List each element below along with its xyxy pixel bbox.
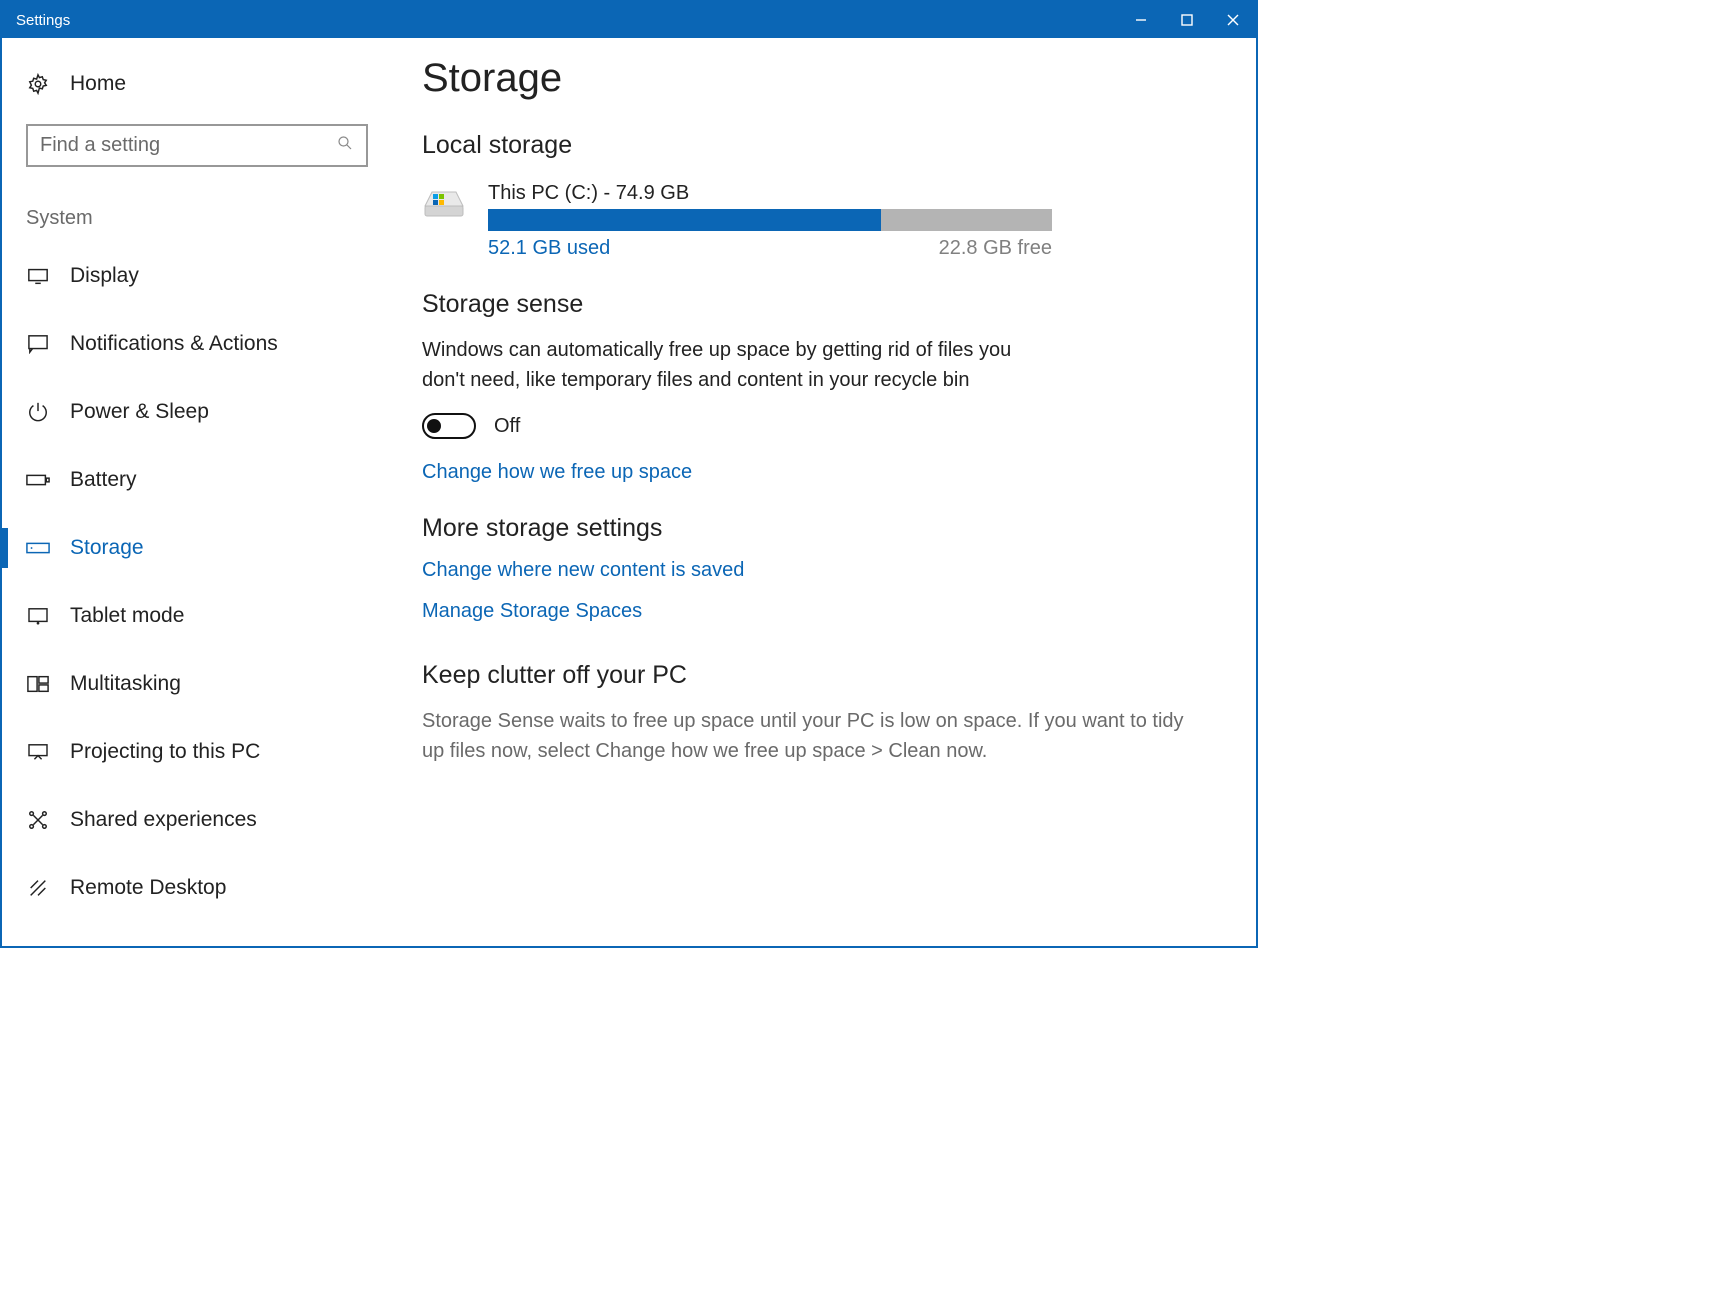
- sidebar-item-label: Display: [70, 264, 139, 288]
- more-storage-heading: More storage settings: [422, 514, 1226, 543]
- battery-icon: [26, 468, 50, 492]
- drive-usage-bar: [488, 209, 1052, 231]
- drive-row[interactable]: This PC (C:) - 74.9 GB 52.1 GB used 22.8…: [422, 182, 1226, 260]
- shared-icon: [26, 808, 50, 832]
- search-icon: [336, 134, 354, 158]
- sidebar-item-tablet[interactable]: Tablet mode: [2, 582, 400, 650]
- sidebar-item-label: Remote Desktop: [70, 876, 226, 900]
- sidebar-item-label: Battery: [70, 468, 137, 492]
- sidebar-item-remote[interactable]: Remote Desktop: [2, 854, 400, 922]
- storage-sense-toggle-label: Off: [494, 415, 520, 438]
- tablet-icon: [26, 604, 50, 628]
- window-close-button[interactable]: [1210, 2, 1256, 38]
- drive-icon: [422, 186, 474, 226]
- page-title: Storage: [422, 56, 1226, 101]
- home-button[interactable]: Home: [2, 50, 400, 118]
- sidebar-item-label: Multitasking: [70, 672, 181, 696]
- sidebar-item-battery[interactable]: Battery: [2, 446, 400, 514]
- notifications-icon: [26, 332, 50, 356]
- sidebar-item-label: Tablet mode: [70, 604, 184, 628]
- sidebar-item-multitasking[interactable]: Multitasking: [2, 650, 400, 718]
- manage-storage-spaces-link[interactable]: Manage Storage Spaces: [422, 600, 1226, 623]
- sidebar-item-projecting[interactable]: Projecting to this PC: [2, 718, 400, 786]
- power-icon: [26, 400, 50, 424]
- window-title: Settings: [16, 12, 70, 29]
- search-box[interactable]: [26, 124, 368, 167]
- sidebar-item-label: Projecting to this PC: [70, 740, 260, 764]
- sidebar-item-label: Shared experiences: [70, 808, 257, 832]
- window-maximize-button[interactable]: [1164, 2, 1210, 38]
- sidebar-item-power[interactable]: Power & Sleep: [2, 378, 400, 446]
- multitasking-icon: [26, 672, 50, 696]
- drive-label: This PC (C:) - 74.9 GB: [488, 182, 1052, 205]
- sidebar-group-label: System: [2, 181, 400, 242]
- sidebar-item-label: Storage: [70, 536, 144, 560]
- sidebar-item-label: Power & Sleep: [70, 400, 209, 424]
- storage-sense-description: Windows can automatically free up space …: [422, 335, 1038, 395]
- sidebar-item-shared[interactable]: Shared experiences: [2, 786, 400, 854]
- search-input[interactable]: [40, 134, 336, 157]
- drive-free-text: 22.8 GB free: [939, 237, 1052, 260]
- main-panel: Storage Local storage This PC (C:) - 74.…: [400, 38, 1256, 946]
- search-container: [2, 118, 400, 181]
- local-storage-heading: Local storage: [422, 131, 1226, 160]
- sidebar-item-label: Notifications & Actions: [70, 332, 278, 356]
- storage-icon: [26, 536, 50, 560]
- storage-sense-heading: Storage sense: [422, 290, 1226, 319]
- window-minimize-button[interactable]: [1118, 2, 1164, 38]
- clutter-heading: Keep clutter off your PC: [422, 661, 1226, 690]
- sidebar-item-notifications[interactable]: Notifications & Actions: [2, 310, 400, 378]
- change-content-location-link[interactable]: Change where new content is saved: [422, 559, 1226, 582]
- storage-sense-toggle[interactable]: [422, 413, 476, 439]
- sidebar: Home System Display Notifications & Acti…: [2, 38, 400, 946]
- remote-icon: [26, 876, 50, 900]
- change-free-up-link[interactable]: Change how we free up space: [422, 461, 1226, 484]
- projecting-icon: [26, 740, 50, 764]
- gear-icon: [26, 72, 50, 96]
- home-label: Home: [70, 72, 126, 96]
- drive-used-text: 52.1 GB used: [488, 237, 610, 260]
- sidebar-item-display[interactable]: Display: [2, 242, 400, 310]
- sidebar-item-storage[interactable]: Storage: [2, 514, 400, 582]
- clutter-description: Storage Sense waits to free up space unt…: [422, 706, 1202, 766]
- window-titlebar: Settings: [2, 2, 1256, 38]
- display-icon: [26, 264, 50, 288]
